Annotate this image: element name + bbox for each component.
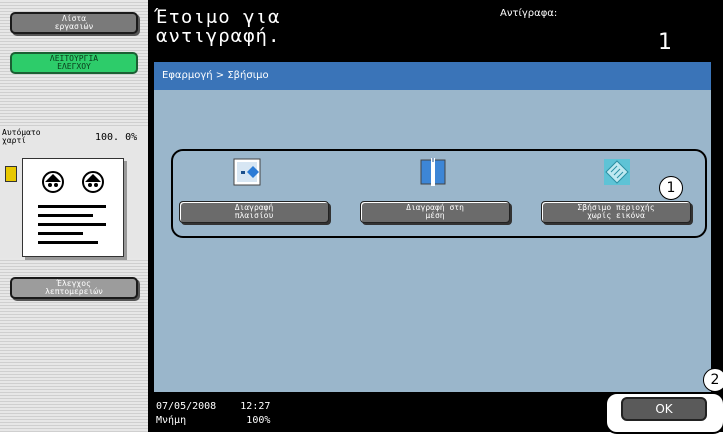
job-list-label: Λίστα εργασιών <box>54 14 94 31</box>
main-screen: Έτοιμο για αντιγραφή. Αντίγραφα: 1 Εφαρμ… <box>148 0 723 434</box>
callout-2: 2 <box>703 368 723 392</box>
original-preview-icon <box>38 171 106 244</box>
frame-erase-button[interactable]: Διαγραφή πλαισίου <box>179 201 329 223</box>
auto-paper-panel: Αυτόματο χαρτί 100. 0% <box>0 128 148 258</box>
callout-2-label: 2 <box>710 372 720 388</box>
check-mode-button[interactable]: ΛΕΙΤΟΥΡΓΙΑ ΕΛΕΓΧΟΥ <box>10 52 138 74</box>
breadcrumb-bar: Εφαρμογή > Σβήσιμο <box>154 62 711 90</box>
non-image-area-erase-icon <box>604 159 630 185</box>
check-details-button[interactable]: Έλεγχος λεπτομερειών <box>10 277 138 299</box>
center-erase-label: Διαγραφή στη μέση <box>406 203 464 220</box>
copies-value: 1 <box>658 30 672 55</box>
job-list-button[interactable]: Λίστα εργασιών <box>10 12 138 34</box>
check-mode-label: ΛΕΙΤΟΥΡΓΙΑ ΕΛΕΓΧΟΥ <box>49 54 99 71</box>
frame-erase-icon <box>233 158 261 186</box>
frame-erase-label: Διαγραφή πλαισίου <box>234 203 274 220</box>
paper-tray-icon <box>5 166 17 182</box>
non-image-area-erase-label: Σβήσιμο περιοχής χωρίς εικόνα <box>577 203 655 220</box>
non-image-area-erase-button[interactable]: Σβήσιμο περιοχής χωρίς εικόνα <box>541 201 691 223</box>
center-erase-button[interactable]: Διαγραφή στη μέση <box>360 201 510 223</box>
date-time: 07/05/2008 12:27 <box>156 401 271 412</box>
auto-paper-label: Αυτόματο χαρτί <box>2 128 41 145</box>
check-details-label: Έλεγχος λεπτομερειών <box>45 279 103 296</box>
status-message-line2: αντιγραφή. <box>156 25 281 47</box>
breadcrumb: Εφαρμογή > Σβήσιμο <box>162 70 269 81</box>
sidebar: Λίστα εργασιών ΛΕΙΤΟΥΡΓΙΑ ΕΛΕΓΧΟΥ Αυτόμα… <box>0 0 148 432</box>
center-erase-icon <box>420 158 446 186</box>
ok-label: OK <box>655 402 673 416</box>
paper-preview <box>22 158 124 257</box>
zoom-value: 100. 0% <box>95 132 138 143</box>
memory-status: Μνήμη 100% <box>156 415 271 426</box>
copies-label: Αντίγραφα: <box>500 8 558 19</box>
ok-button[interactable]: OK <box>621 397 707 421</box>
erase-panel: Εφαρμογή > Σβήσιμο 1 Διαγραφή πλαισίου Δ… <box>154 62 711 392</box>
status-message-line1: Έτοιμο για <box>156 6 281 28</box>
